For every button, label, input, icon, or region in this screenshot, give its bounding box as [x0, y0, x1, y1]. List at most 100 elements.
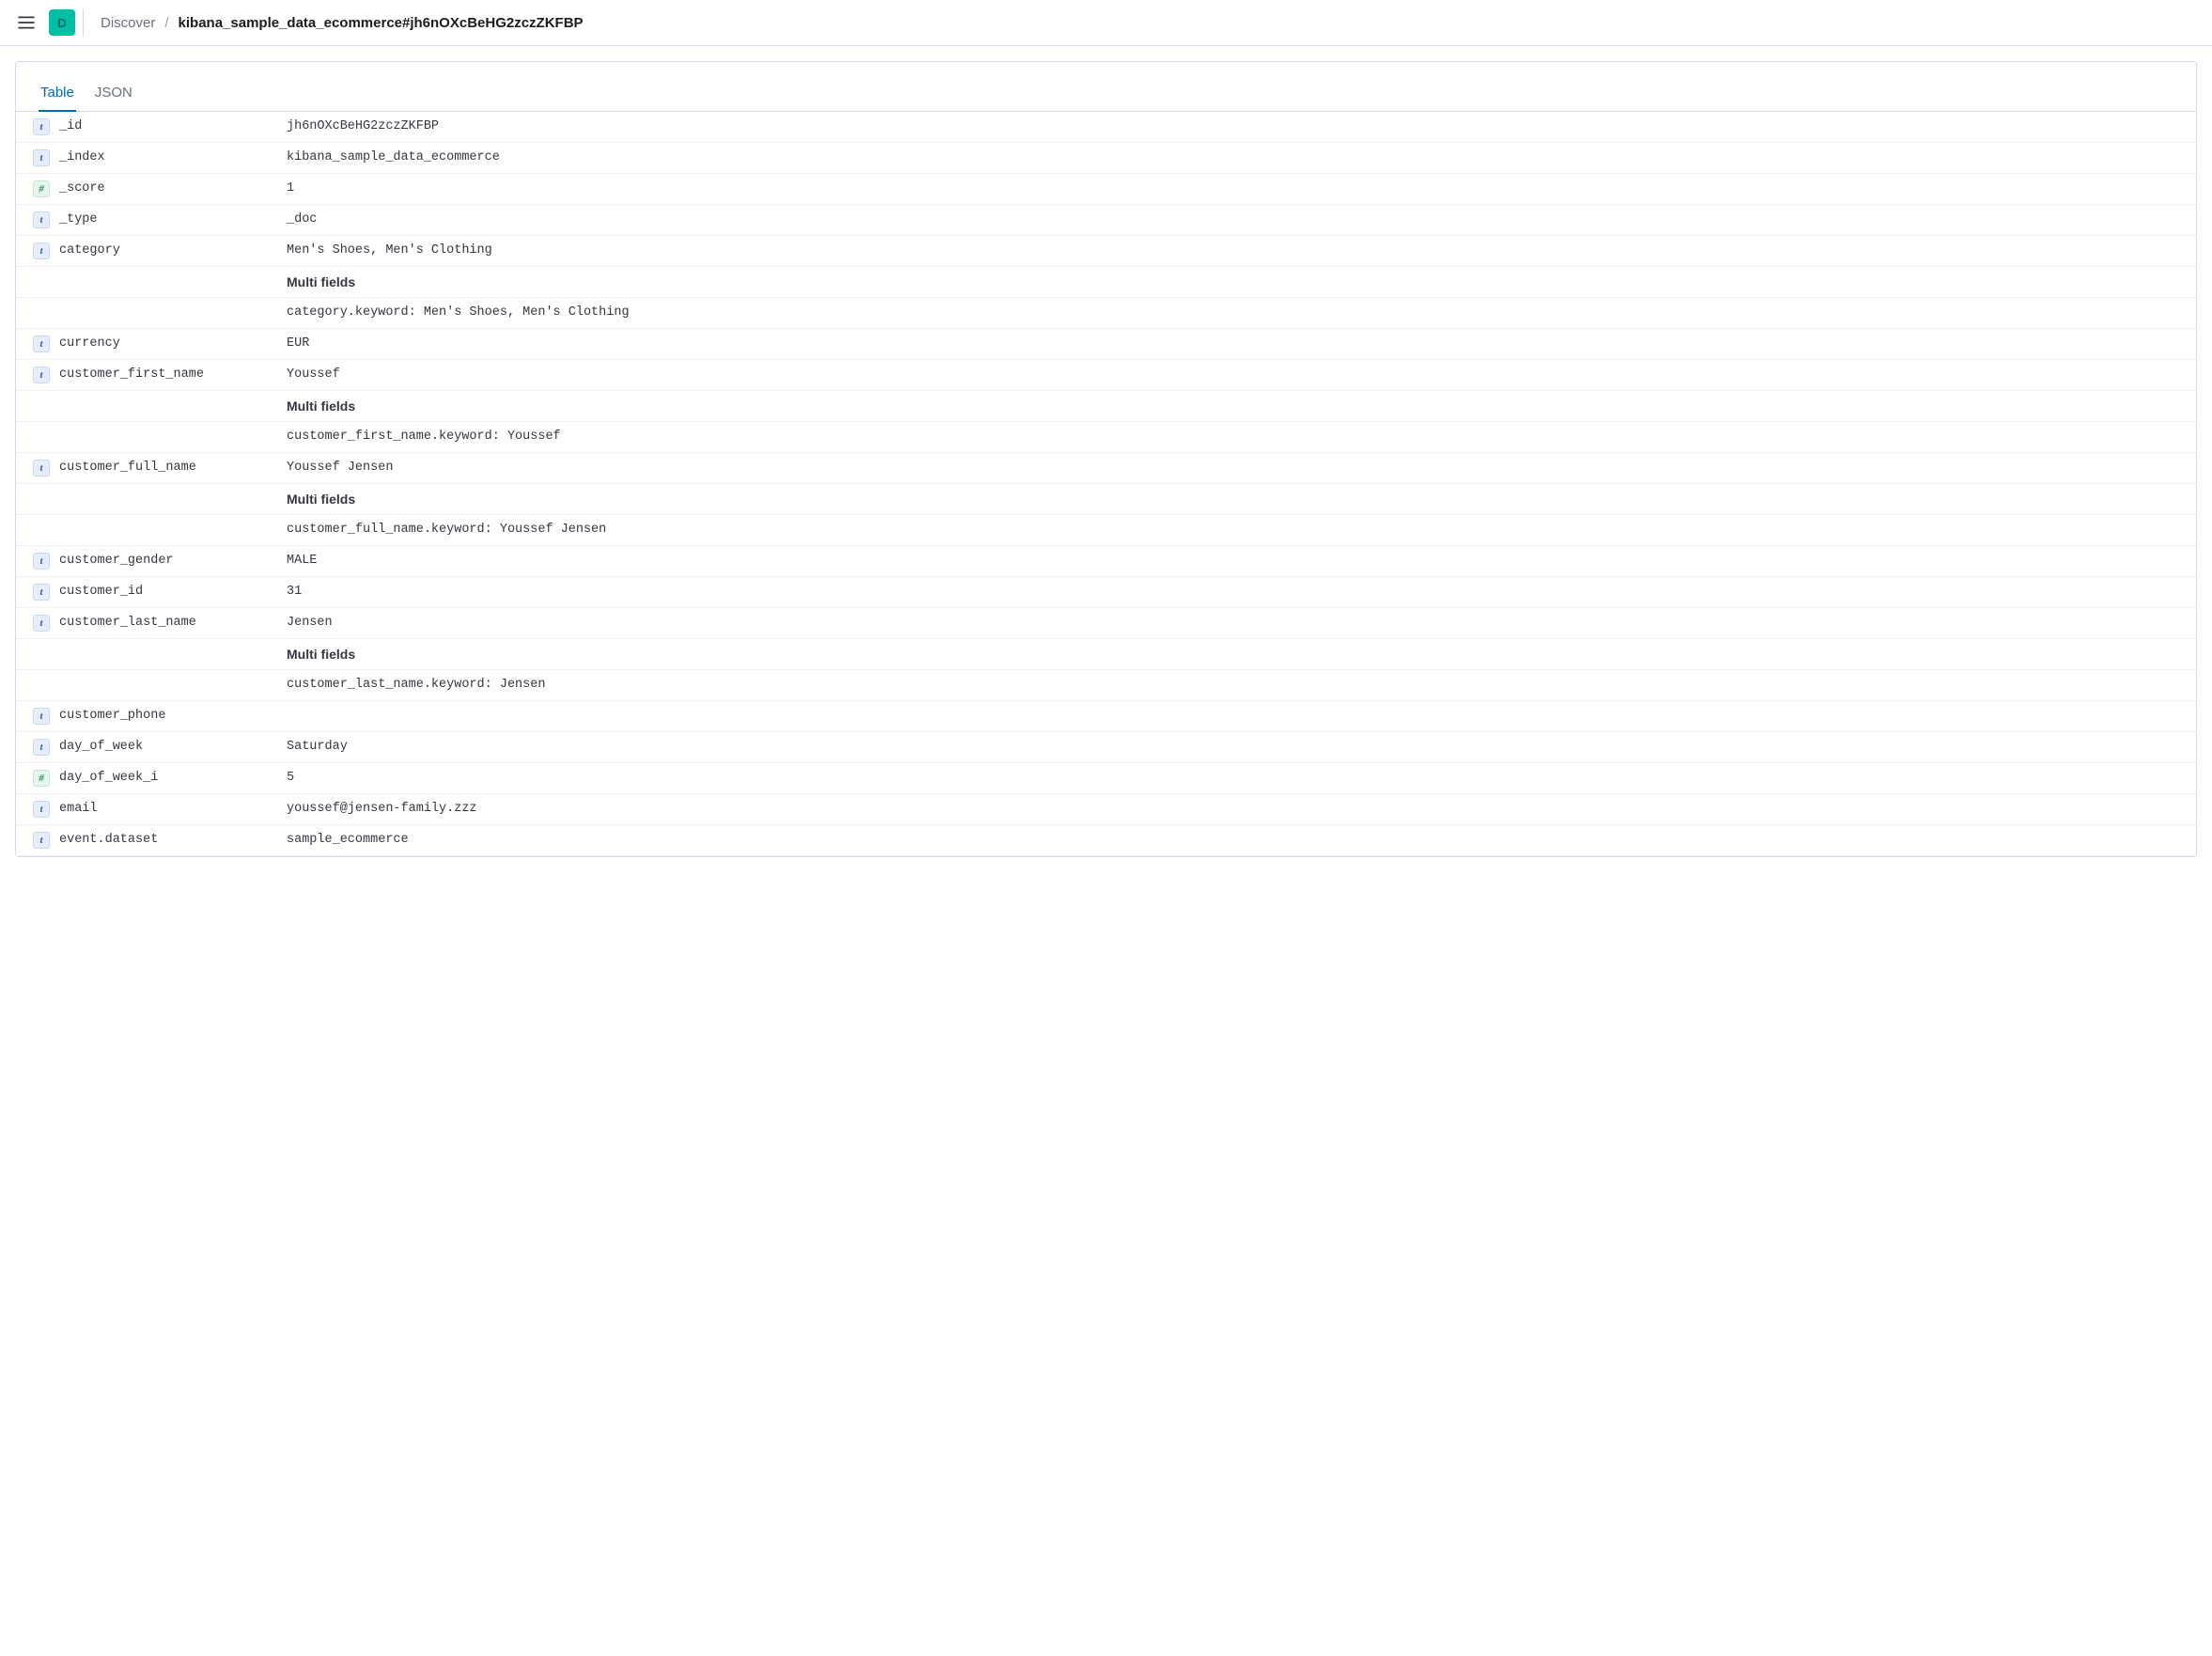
field-name: category	[54, 242, 287, 258]
field-type-cell: t	[23, 707, 54, 725]
field-value: Youssef Jensen	[287, 459, 2173, 475]
field-type-cell: t	[23, 242, 54, 259]
text-type-icon: t	[33, 242, 50, 259]
field-value: sample_ecommerce	[287, 831, 2173, 847]
field-row[interactable]: tcustomer_first_nameYoussef	[16, 360, 2196, 391]
field-type-cell: t	[23, 831, 54, 849]
text-type-icon: t	[33, 739, 50, 756]
field-name: currency	[54, 335, 287, 351]
number-type-icon: #	[33, 180, 50, 197]
multi-fields-label: Multi fields	[287, 273, 2173, 289]
field-value: youssef@jensen-family.zzz	[287, 800, 2173, 816]
field-type-cell: t	[23, 211, 54, 228]
multi-fields-label: Multi fields	[287, 490, 2173, 507]
multi-fields-label: Multi fields	[287, 397, 2173, 414]
field-row[interactable]: tevent.datasetsample_ecommerce	[16, 825, 2196, 856]
field-value: 1	[287, 180, 2173, 195]
field-value: Saturday	[287, 738, 2173, 754]
field-name: day_of_week_i	[54, 769, 287, 785]
field-row[interactable]: tday_of_weekSaturday	[16, 732, 2196, 763]
breadcrumb-separator: /	[164, 15, 168, 31]
field-value: EUR	[287, 335, 2173, 351]
field-value: Men's Shoes, Men's Clothing	[287, 242, 2173, 258]
text-type-icon: t	[33, 708, 50, 725]
text-type-icon: t	[33, 118, 50, 135]
field-row[interactable]: tcategoryMen's Shoes, Men's Clothing	[16, 236, 2196, 267]
text-type-icon: t	[33, 553, 50, 570]
doc-panel: Table JSON t_idjh6nOXcBeHG2zczZKFBPt_ind…	[15, 61, 2197, 857]
field-name: email	[54, 800, 287, 816]
breadcrumb-current: kibana_sample_data_ecommerce#jh6nOXcBeHG…	[179, 15, 584, 31]
field-row[interactable]: #day_of_week_i5	[16, 763, 2196, 794]
field-type-cell: t	[23, 335, 54, 352]
field-type-cell: t	[23, 800, 54, 818]
field-row[interactable]: temailyoussef@jensen-family.zzz	[16, 794, 2196, 825]
number-type-icon: #	[33, 770, 50, 787]
text-type-icon: t	[33, 584, 50, 601]
nav-menu-button[interactable]	[8, 4, 45, 41]
field-name: _score	[54, 180, 287, 195]
field-type-cell: t	[23, 614, 54, 632]
multi-fields-heading-row: Multi fields	[16, 267, 2196, 298]
field-row[interactable]: # _score1	[16, 174, 2196, 205]
doc-fields-table: t_idjh6nOXcBeHG2zczZKFBPt_indexkibana_sa…	[16, 112, 2196, 856]
multi-fields-value: category.keyword: Men's Shoes, Men's Clo…	[287, 304, 2173, 320]
field-name: customer_phone	[54, 707, 287, 723]
breadcrumb: Discover / kibana_sample_data_ecommerce#…	[101, 15, 584, 31]
field-value: 5	[287, 769, 2173, 785]
text-type-icon: t	[33, 336, 50, 352]
field-value: kibana_sample_data_ecommerce	[287, 148, 2173, 164]
field-row[interactable]: tcurrencyEUR	[16, 329, 2196, 360]
field-name: customer_last_name	[54, 614, 287, 630]
field-type-cell: t	[23, 148, 54, 166]
header-separator	[83, 8, 84, 37]
field-row[interactable]: tcustomer_phone	[16, 701, 2196, 732]
field-value	[287, 707, 2173, 709]
tab-table[interactable]: Table	[39, 85, 76, 112]
field-type-cell: t	[23, 738, 54, 756]
multi-fields-heading-row: Multi fields	[16, 484, 2196, 515]
multi-fields-label: Multi fields	[287, 645, 2173, 662]
field-name: customer_first_name	[54, 366, 287, 382]
multi-fields-value-row: category.keyword: Men's Shoes, Men's Clo…	[16, 298, 2196, 329]
field-type-cell: #	[23, 769, 54, 787]
field-value: jh6nOXcBeHG2zczZKFBP	[287, 117, 2173, 133]
field-row[interactable]: t_idjh6nOXcBeHG2zczZKFBP	[16, 112, 2196, 143]
field-row[interactable]: tcustomer_id31	[16, 577, 2196, 608]
app-logo-badge[interactable]: D	[49, 9, 75, 36]
field-value: _doc	[287, 211, 2173, 227]
field-row[interactable]: t_indexkibana_sample_data_ecommerce	[16, 143, 2196, 174]
field-row[interactable]: tcustomer_genderMALE	[16, 546, 2196, 577]
multi-fields-value-row: customer_last_name.keyword: Jensen	[16, 670, 2196, 701]
field-type-cell: t	[23, 583, 54, 601]
field-type-cell: t	[23, 459, 54, 476]
hamburger-icon	[18, 14, 35, 31]
field-value: Youssef	[287, 366, 2173, 382]
field-name: customer_full_name	[54, 459, 287, 475]
field-value: 31	[287, 583, 2173, 599]
text-type-icon: t	[33, 801, 50, 818]
field-row[interactable]: tcustomer_last_nameJensen	[16, 608, 2196, 639]
multi-fields-value-row: customer_first_name.keyword: Youssef	[16, 422, 2196, 453]
multi-fields-value-row: customer_full_name.keyword: Youssef Jens…	[16, 515, 2196, 546]
text-type-icon: t	[33, 832, 50, 849]
text-type-icon: t	[33, 615, 50, 632]
app-header: D Discover / kibana_sample_data_ecommerc…	[0, 0, 2212, 46]
multi-fields-heading-row: Multi fields	[16, 639, 2196, 670]
field-name: day_of_week	[54, 738, 287, 754]
field-row[interactable]: tcustomer_full_nameYoussef Jensen	[16, 453, 2196, 484]
tab-json[interactable]: JSON	[93, 85, 134, 112]
field-value: Jensen	[287, 614, 2173, 630]
field-type-cell: t	[23, 366, 54, 383]
field-row[interactable]: t_type_doc	[16, 205, 2196, 236]
field-name: _index	[54, 148, 287, 164]
field-type-cell: t	[23, 552, 54, 570]
multi-fields-value: customer_full_name.keyword: Youssef Jens…	[287, 521, 2173, 537]
multi-fields-value: customer_first_name.keyword: Youssef	[287, 428, 2173, 444]
field-value: MALE	[287, 552, 2173, 568]
multi-fields-value: customer_last_name.keyword: Jensen	[287, 676, 2173, 692]
breadcrumb-parent[interactable]: Discover	[101, 15, 155, 31]
page-body: Table JSON t_idjh6nOXcBeHG2zczZKFBPt_ind…	[0, 46, 2212, 872]
field-name: _type	[54, 211, 287, 227]
text-type-icon: t	[33, 149, 50, 166]
